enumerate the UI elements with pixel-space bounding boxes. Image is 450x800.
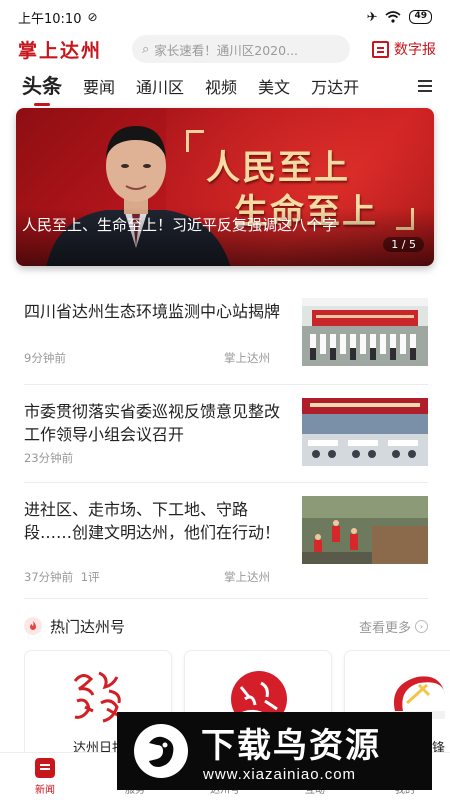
status-icons: ✈ 49: [367, 10, 432, 25]
newspaper-icon: [372, 40, 389, 58]
slogan-corner-top-left: [186, 130, 204, 152]
status-time: 上午10:10: [18, 11, 82, 27]
news-title: 进社区、走市场、下工地、守路段……创建文明达州，他们在行动！: [24, 500, 281, 542]
digital-newspaper-label: 数字报: [394, 42, 436, 58]
chevron-right-icon: ›: [415, 619, 428, 633]
nav-news[interactable]: 新闻: [0, 753, 90, 800]
news-time: 9分钟前: [24, 351, 66, 365]
view-more-link[interactable]: 查看更多 ›: [359, 617, 428, 636]
news-thumbnail: [302, 298, 428, 366]
battery-icon: 49: [409, 10, 432, 24]
channel-tabs: 头条 要闻 通川区 视频 美文 万达开: [0, 68, 450, 106]
channel-menu-icon[interactable]: [418, 80, 432, 92]
news-item[interactable]: 进社区、走市场、下工地、守路段……创建文明达州，他们在行动！ 37分钟前 1评 …: [24, 496, 428, 594]
mute-icon: ⊘: [87, 10, 98, 24]
news-title: 四川省达州生态环境监测中心站揭牌: [24, 302, 281, 321]
news-time-value: 37分钟前: [24, 570, 74, 584]
news-thumbnail: [302, 398, 428, 466]
search-icon: ⌕: [142, 41, 150, 57]
tab-important-news[interactable]: 要闻: [83, 74, 115, 106]
news-icon: [35, 758, 55, 778]
news-source: 掌上达州: [224, 570, 270, 584]
news-thumbnail: [302, 496, 428, 564]
tab-wandakai[interactable]: 万达开: [311, 74, 359, 106]
hot-accounts-title: 热门达州号: [50, 617, 126, 636]
tabs-fade: [370, 68, 410, 106]
list-divider: [24, 482, 428, 483]
search-bar[interactable]: ⌕ 家长速看！通川区2020...: [132, 35, 350, 63]
app-header: 掌上达州 ⌕ 家长速看！通川区2020... 数字报: [0, 34, 450, 64]
tab-essays[interactable]: 美文: [258, 74, 290, 106]
tab-video[interactable]: 视频: [205, 74, 237, 106]
search-placeholder: 家长速看！通川区2020...: [154, 42, 299, 58]
site-watermark: 下载鸟资源 www.xiazainiao.com: [117, 712, 432, 790]
app-logo: 掌上达州: [18, 39, 103, 62]
banner-pager: 1 / 5: [383, 237, 424, 252]
list-divider: [24, 384, 428, 385]
slogan-line-1: 人民至上: [206, 148, 350, 188]
news-time: 23分钟前: [24, 451, 74, 465]
tab-headlines[interactable]: 头条: [22, 70, 62, 106]
banner-caption: 人民至上、生命至上！习近平反复强调这八个字: [22, 216, 338, 234]
news-title: 市委贯彻落实省委巡视反馈意见整改工作领导小组会议召开: [24, 402, 281, 444]
headline-banner[interactable]: 人民至上 生命至上 人民至上、生命至上！习近平反复强调这八个字 1 / 5: [16, 108, 434, 266]
view-more-label: 查看更多: [358, 620, 411, 636]
watermark-url: www.xiazainiao.com: [203, 766, 357, 783]
nav-news-label: 新闻: [35, 785, 55, 796]
status-bar: 上午10:10 ⊘ ✈ 49: [0, 0, 450, 34]
news-source: 掌上达州: [224, 351, 270, 365]
watermark-title: 下载鸟资源: [201, 726, 381, 766]
list-divider: [24, 598, 428, 599]
wifi-icon: [385, 11, 401, 23]
tab-tongchuan[interactable]: 通川区: [136, 74, 184, 106]
hot-accounts-header: 热门达州号 查看更多 ›: [24, 614, 428, 638]
flame-icon: [24, 617, 42, 635]
news-item[interactable]: 四川省达州生态环境监测中心站揭牌 9分钟前 掌上达州: [24, 298, 428, 396]
digital-newspaper-button[interactable]: 数字报: [372, 39, 436, 59]
airplane-icon: ✈: [366, 9, 378, 25]
bird-logo-icon: [134, 724, 188, 778]
news-time: 37分钟前 1评: [24, 569, 100, 585]
news-comment-count: 1评: [80, 570, 100, 584]
